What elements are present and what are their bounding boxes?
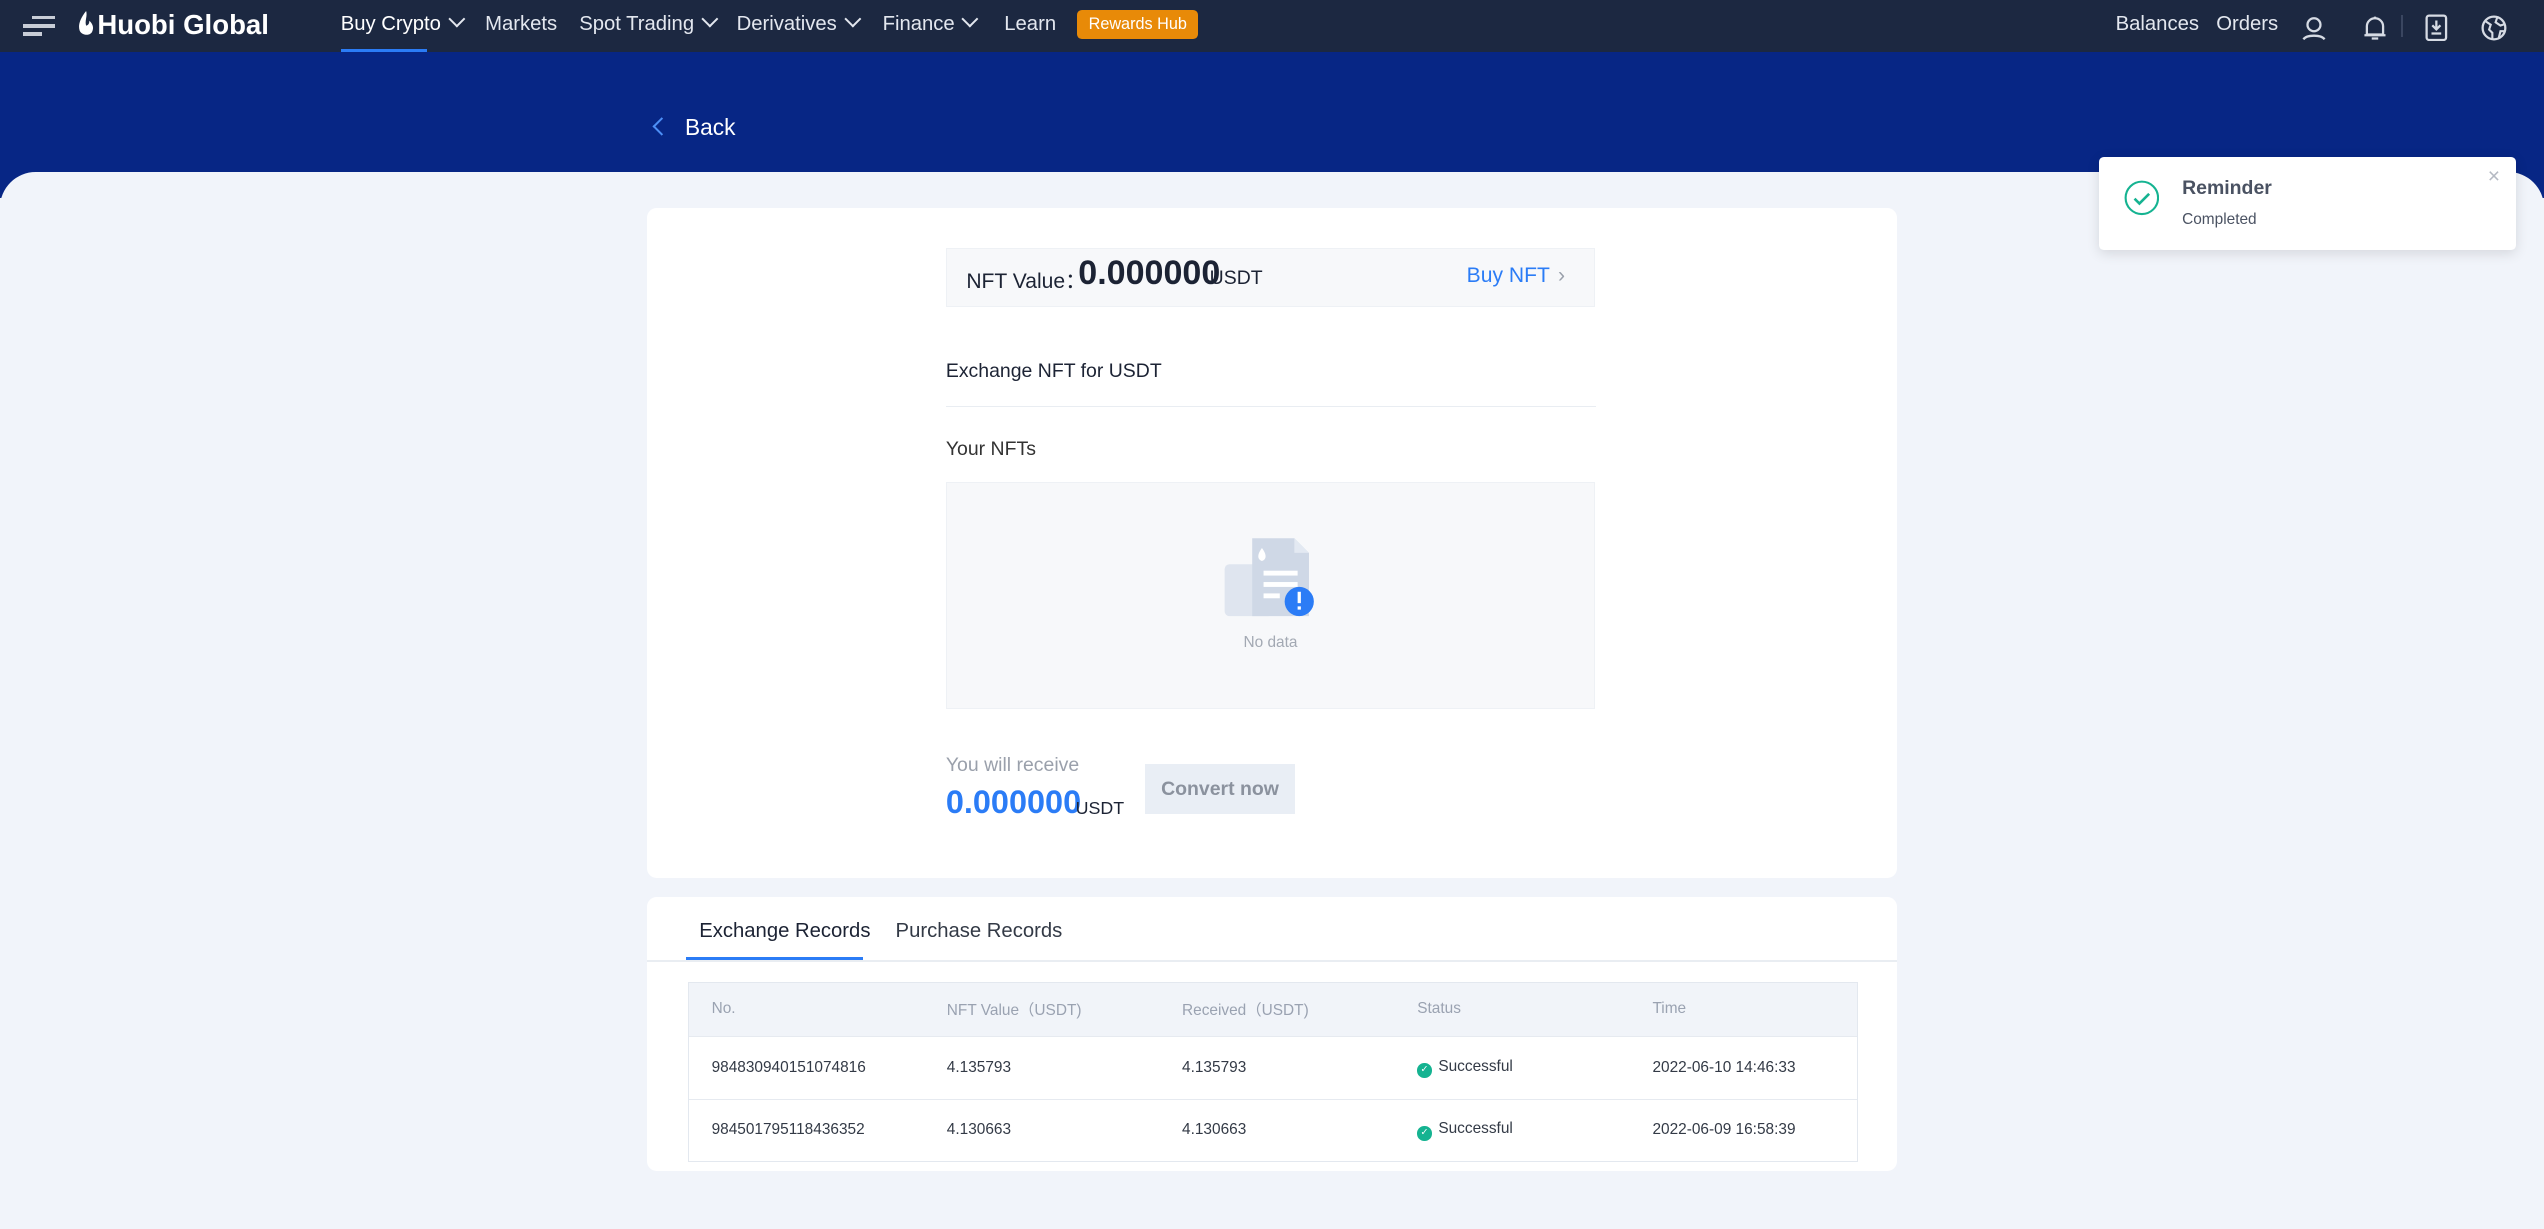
buy-nft-link[interactable]: Buy NFT › xyxy=(1467,264,1565,288)
check-circle-icon: ✓ xyxy=(1417,1125,1432,1141)
nft-value-amount: 0.000000 xyxy=(1078,254,1221,293)
chevron-right-icon: › xyxy=(1557,263,1565,287)
logo-text: Huobi Global xyxy=(97,9,269,40)
receive-unit: USDT xyxy=(1075,798,1125,819)
status-badge: ✓ Successful xyxy=(1394,1036,1630,1100)
nav-orders[interactable]: Orders xyxy=(2216,0,2278,52)
no-data-text: No data xyxy=(1243,633,1298,651)
nav-buy-crypto[interactable]: Buy Crypto xyxy=(341,0,465,52)
exchange-card: NFT Value： 0.000000 USDT Buy NFT › Exchan… xyxy=(647,207,1897,878)
logo[interactable]: Huobi Global xyxy=(78,0,269,52)
check-circle-icon xyxy=(2124,180,2159,216)
nav-learn[interactable]: Learn xyxy=(1004,0,1056,52)
chevron-down-icon xyxy=(701,10,719,28)
divider xyxy=(2401,14,2403,38)
records-card: Exchange Records Purchase Records No. NF… xyxy=(647,897,1897,1172)
nav-spot-trading[interactable]: Spot Trading xyxy=(579,0,719,52)
toast-title: Reminder xyxy=(2182,176,2272,199)
check-circle-icon: ✓ xyxy=(1417,1063,1432,1078)
nft-value-box: NFT Value： 0.000000 USDT Buy NFT › xyxy=(945,248,1596,307)
top-nav: Huobi Global Buy Crypto Markets Spot Tra… xyxy=(0,0,2544,52)
table-row: 984501795118436352 4.130663 4.130663 ✓ Succ… xyxy=(688,1098,1857,1162)
nft-list-empty: No data xyxy=(945,481,1596,710)
chevron-left-icon xyxy=(652,116,672,136)
download-icon[interactable] xyxy=(2425,11,2451,41)
divider xyxy=(647,960,1897,963)
nav-markets[interactable]: Markets xyxy=(485,0,557,52)
no-data-icon xyxy=(1224,537,1314,616)
table-header: No. NFT Value（USDT) Received（USDT) Statu… xyxy=(688,982,1857,1037)
back-button[interactable]: Back xyxy=(652,114,735,141)
toast-message: Completed xyxy=(2182,210,2257,228)
flame-icon xyxy=(78,11,93,36)
globe-icon[interactable] xyxy=(2481,11,2507,41)
user-icon[interactable] xyxy=(2301,11,2327,41)
chevron-down-icon xyxy=(448,10,465,28)
exchange-title: Exchange NFT for USDT xyxy=(945,360,1162,383)
tab-purchase-records[interactable]: Purchase Records xyxy=(896,920,1063,943)
table-row: 984830940151074816 4.135793 4.135793 ✓ Succ… xyxy=(688,1036,1857,1100)
convert-now-button[interactable]: Convert now xyxy=(1145,764,1295,815)
chevron-down-icon xyxy=(844,10,861,28)
nft-value-label: NFT Value： xyxy=(966,270,1087,294)
tab-exchange-records[interactable]: Exchange Records xyxy=(699,920,870,943)
receive-label: You will receive xyxy=(945,754,1080,777)
your-nfts-label: Your NFTs xyxy=(945,438,1036,461)
status-badge: ✓ Successful xyxy=(1394,1098,1630,1162)
chevron-down-icon xyxy=(961,10,979,28)
nav-derivatives[interactable]: Derivatives xyxy=(737,0,861,52)
menu-icon[interactable] xyxy=(22,15,56,38)
nav-finance[interactable]: Finance xyxy=(883,0,979,52)
nav-balances[interactable]: Balances xyxy=(2116,0,2199,52)
nft-value-unit: USDT xyxy=(1209,267,1263,290)
receive-amount: 0.000000 xyxy=(945,783,1082,820)
records-table: No. NFT Value（USDT) Received（USDT) Statu… xyxy=(687,981,1858,1163)
reminder-toast: Reminder Completed × xyxy=(2099,157,2517,250)
rewards-hub-button[interactable]: Rewards Hub xyxy=(1077,9,1199,39)
divider xyxy=(945,405,1597,408)
bell-icon[interactable] xyxy=(2362,11,2388,41)
close-icon[interactable]: × xyxy=(2488,165,2500,189)
